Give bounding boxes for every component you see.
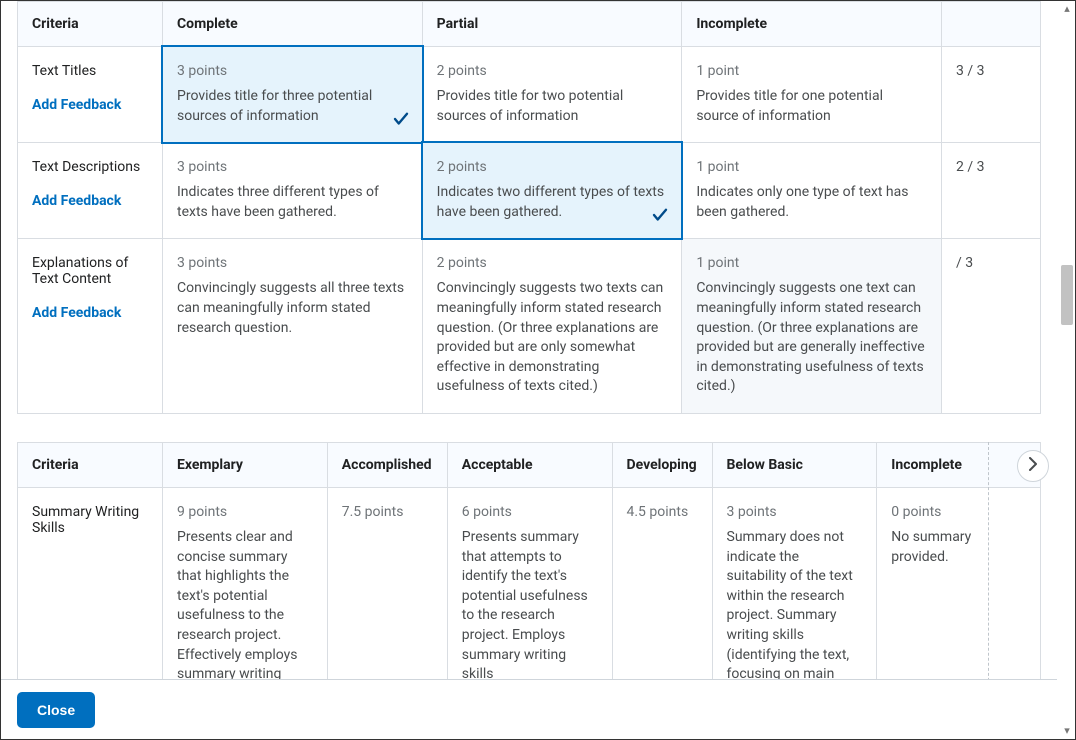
outer-scroll-thumb[interactable] <box>1061 265 1073 325</box>
level-points: 2 points <box>437 255 668 271</box>
level-points: 2 points <box>437 159 668 175</box>
rubric2-header-criteria: Criteria <box>17 442 162 488</box>
close-button[interactable]: Close <box>17 692 95 728</box>
level-points: 1 point <box>696 63 927 79</box>
level-cell-incomplete[interactable]: 0 points No summary provided. <box>876 488 1041 679</box>
rubric2-header-developing: Developing <box>612 442 712 488</box>
rubric2-header-accomplished: Accomplished <box>327 442 447 488</box>
level-cell-incomplete[interactable]: 1 point Indicates only one type of text … <box>681 143 941 239</box>
rubric2-header-row: Criteria Exemplary Accomplished Acceptab… <box>17 442 1041 488</box>
level-cell-accomplished[interactable]: 7.5 points <box>327 488 447 679</box>
rubric2-header-exemplary: Exemplary <box>162 442 327 488</box>
rubric1-header-row: Criteria Complete Partial Incomplete <box>17 1 1041 47</box>
rubric1-header-score <box>941 1 1041 47</box>
outer-scroll-up-icon[interactable]: ▴ <box>1061 3 1073 15</box>
level-points: 3 points <box>177 255 408 271</box>
level-points: 3 points <box>727 504 863 520</box>
level-desc: Presents summary that attempts to identi… <box>462 528 598 679</box>
level-cell-complete[interactable]: 3 points Provides title for three potent… <box>162 47 422 143</box>
rubric2-overflow-divider <box>988 442 989 679</box>
level-desc: Presents clear and concise summary that … <box>177 528 313 679</box>
rubric1-header-incomplete: Incomplete <box>681 1 941 47</box>
level-cell-developing[interactable]: 4.5 points <box>612 488 712 679</box>
footer-bar: Close <box>1 679 1057 739</box>
level-points: 2 points <box>437 63 668 79</box>
rubric2-header-acceptable: Acceptable <box>447 442 612 488</box>
rubric1-row-explanations: Explanations of Text Content Add Feedbac… <box>17 239 1041 414</box>
rubric1-row-text-descriptions: Text Descriptions Add Feedback 3 points … <box>17 143 1041 239</box>
level-points: 7.5 points <box>342 504 433 520</box>
checkmark-icon <box>392 110 410 132</box>
rubric2-wrap: Criteria Exemplary Accomplished Acceptab… <box>17 442 1041 679</box>
rubric-table-2: Criteria Exemplary Accomplished Acceptab… <box>17 442 1041 679</box>
checkmark-icon <box>651 206 669 228</box>
level-desc: Indicates only one type of text has been… <box>696 183 927 222</box>
level-cell-partial[interactable]: 2 points Indicates two different types o… <box>422 143 682 239</box>
rubric2-scroll-right-button[interactable] <box>1017 450 1049 482</box>
level-desc: Indicates three different types of texts… <box>177 183 408 222</box>
criterion-cell: Explanations of Text Content Add Feedbac… <box>17 239 162 414</box>
add-feedback-link[interactable]: Add Feedback <box>32 305 121 321</box>
level-desc: Convincingly suggests one text can meani… <box>696 279 927 397</box>
level-cell-exemplary[interactable]: 9 points Presents clear and concise summ… <box>162 488 327 679</box>
criterion-name: Summary Writing Skills <box>32 504 148 536</box>
level-points: 1 point <box>696 159 927 175</box>
level-cell-below-basic[interactable]: 3 points Summary does not indicate the s… <box>712 488 877 679</box>
level-desc: Convincingly suggests all three texts ca… <box>177 279 408 338</box>
rubric2-header-below-basic: Below Basic <box>712 442 877 488</box>
criterion-score: / 3 <box>941 239 1041 414</box>
level-points: 6 points <box>462 504 598 520</box>
level-points: 9 points <box>177 504 313 520</box>
level-points: 1 point <box>696 255 927 271</box>
criterion-cell: Text Titles Add Feedback <box>17 47 162 143</box>
add-feedback-link[interactable]: Add Feedback <box>32 193 121 209</box>
level-cell-partial[interactable]: 2 points Convincingly suggests two texts… <box>422 239 682 414</box>
rubric1-header-criteria: Criteria <box>17 1 162 47</box>
level-cell-partial[interactable]: 2 points Provides title for two potentia… <box>422 47 682 143</box>
level-desc: Indicates two different types of texts h… <box>437 183 668 222</box>
level-desc: Provides title for three potential sourc… <box>177 87 408 126</box>
level-desc: No summary provided. <box>891 528 1026 567</box>
rubric-scroll-area[interactable]: Criteria Complete Partial Incomplete Tex… <box>1 1 1057 679</box>
chevron-right-icon <box>1028 457 1038 475</box>
criterion-cell: Summary Writing Skills <box>17 488 162 679</box>
level-desc: Provides title for one potential source … <box>696 87 927 126</box>
criterion-name: Text Titles <box>32 63 148 79</box>
rubric1-header-complete: Complete <box>162 1 422 47</box>
level-desc: Summary does not indicate the suitabilit… <box>727 528 863 679</box>
criterion-score: 3 / 3 <box>941 47 1041 143</box>
level-points: 0 points <box>891 504 1026 520</box>
rubric1-row-text-titles: Text Titles Add Feedback 3 points Provid… <box>17 47 1041 143</box>
level-desc: Convincingly suggests two texts can mean… <box>437 279 668 397</box>
rubric1-header-partial: Partial <box>422 1 682 47</box>
level-desc: Provides title for two potential sources… <box>437 87 668 126</box>
level-cell-complete[interactable]: 3 points Indicates three different types… <box>162 143 422 239</box>
level-cell-complete[interactable]: 3 points Convincingly suggests all three… <box>162 239 422 414</box>
level-points: 4.5 points <box>627 504 698 520</box>
level-cell-incomplete[interactable]: 1 point Provides title for one potential… <box>681 47 941 143</box>
criterion-name: Explanations of Text Content <box>32 255 148 287</box>
criterion-score: 2 / 3 <box>941 143 1041 239</box>
rubric-table-1: Criteria Complete Partial Incomplete Tex… <box>17 1 1041 414</box>
criterion-cell: Text Descriptions Add Feedback <box>17 143 162 239</box>
add-feedback-link[interactable]: Add Feedback <box>32 97 121 113</box>
outer-scroll-down-icon[interactable]: ▾ <box>1061 725 1073 737</box>
rubric2-row-summary-writing: Summary Writing Skills 9 points Presents… <box>17 488 1041 679</box>
level-points: 3 points <box>177 63 408 79</box>
criterion-name: Text Descriptions <box>32 159 148 175</box>
level-cell-incomplete[interactable]: 1 point Convincingly suggests one text c… <box>681 239 941 414</box>
level-points: 3 points <box>177 159 408 175</box>
level-cell-acceptable[interactable]: 6 points Presents summary that attempts … <box>447 488 612 679</box>
